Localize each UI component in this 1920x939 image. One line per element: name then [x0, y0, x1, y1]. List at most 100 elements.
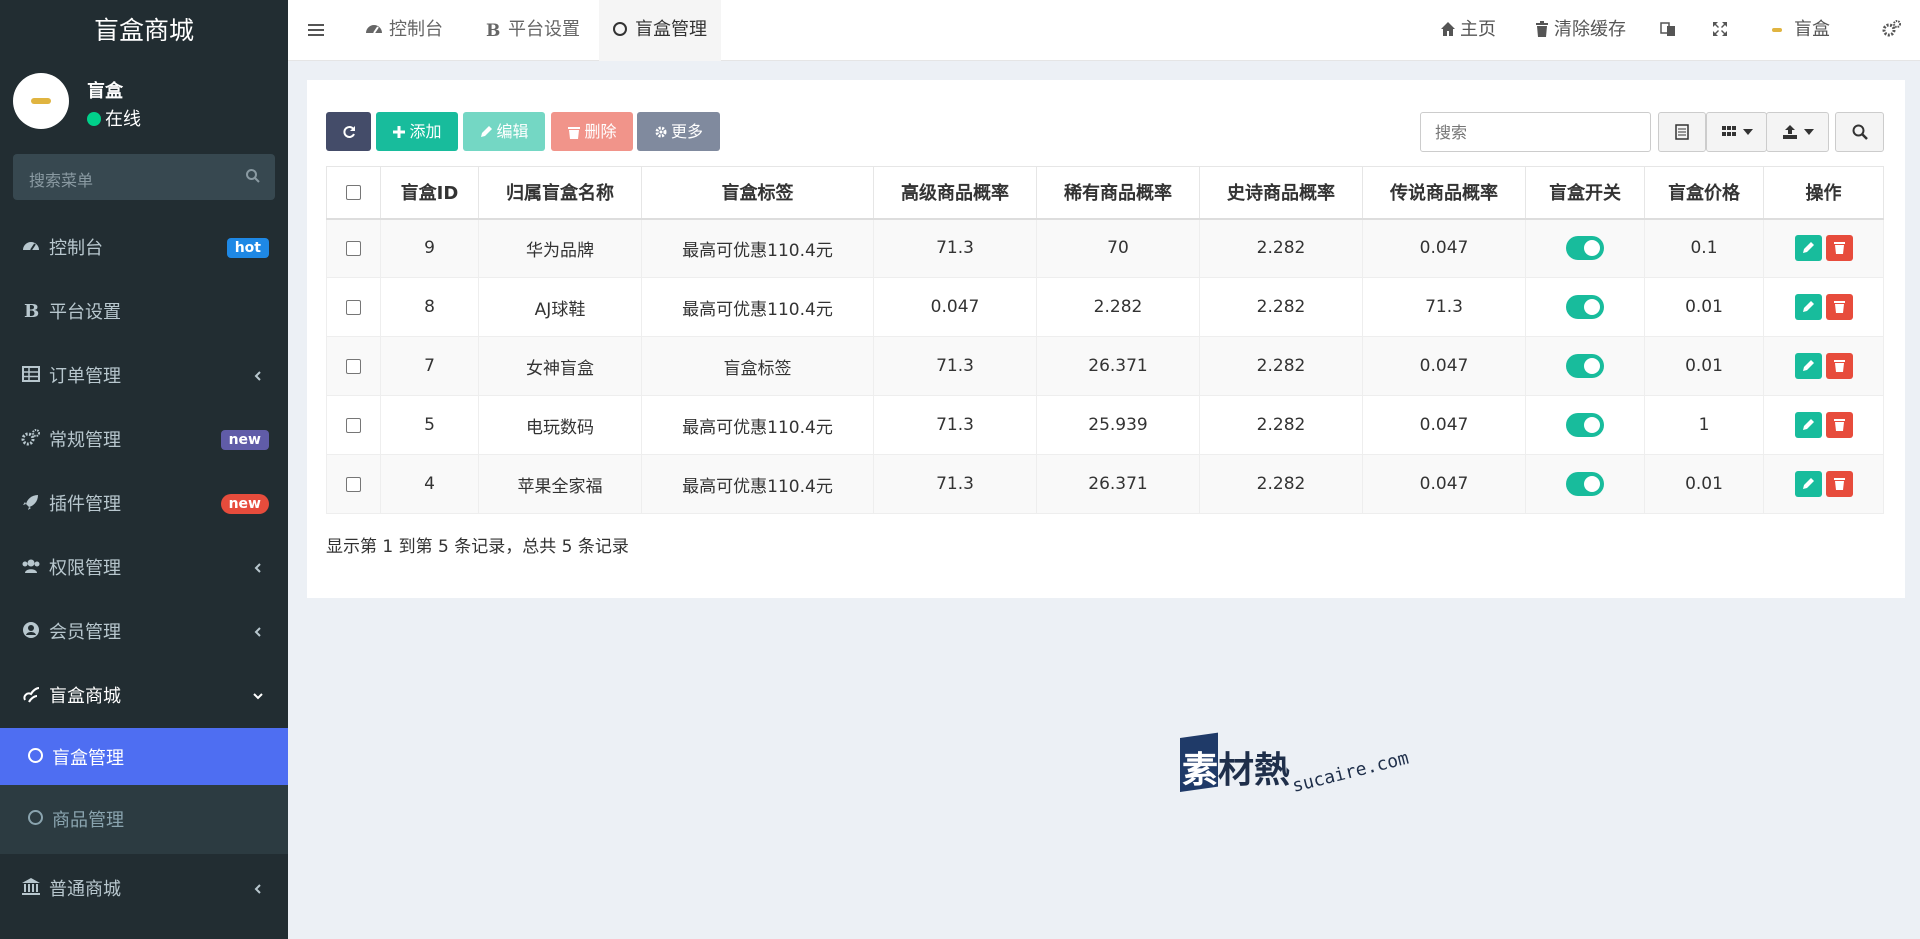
sidebar-subitem-goods-manage[interactable]: 商品管理 [0, 790, 288, 847]
user-circle-icon [23, 622, 39, 638]
delete-button[interactable]: 删除 [551, 112, 633, 151]
cell-price: 0.01 [1644, 454, 1764, 514]
switch-toggle[interactable] [1566, 295, 1604, 319]
row-delete-button[interactable] [1825, 353, 1853, 379]
row-delete-button[interactable] [1825, 412, 1853, 438]
table-search-field[interactable] [1420, 112, 1651, 152]
row-delete-button[interactable] [1825, 294, 1853, 320]
table-row[interactable]: 8 AJ球鞋 最高可优惠110.4元 0.047 2.282 2.282 71.… [326, 277, 1884, 337]
select-all-checkbox[interactable] [346, 185, 361, 201]
language-button[interactable] [1660, 0, 1680, 61]
watermark-url: sucaire.com [1290, 748, 1411, 797]
app-title[interactable]: 盲盒商城 [0, 0, 288, 61]
row-edit-button[interactable] [1794, 294, 1822, 320]
cell-advanced: 71.3 [873, 454, 1037, 514]
sidebar-item-permissions[interactable]: 权限管理 [0, 536, 288, 598]
sidebar-item-general[interactable]: 常规管理 new [0, 408, 288, 470]
column-header[interactable]: 盲盒标签 [641, 166, 874, 220]
sidebar-item-orders[interactable]: 订单管理 [0, 344, 288, 406]
column-header[interactable]: 稀有商品概率 [1036, 166, 1200, 220]
search-icon[interactable] [245, 168, 261, 184]
column-header[interactable]: 归属盲盒名称 [478, 166, 642, 220]
column-header[interactable]: 高级商品概率 [873, 166, 1037, 220]
column-header[interactable]: 盲盒ID [380, 166, 479, 220]
row-select-cell [326, 395, 381, 455]
row-select-cell [326, 336, 381, 396]
table-search-input[interactable] [1421, 113, 1650, 151]
menu-search-placeholder: 搜索菜单 [29, 171, 94, 190]
cell-tag: 盲盒标签 [641, 336, 874, 396]
row-edit-button[interactable] [1794, 471, 1822, 497]
row-delete-button[interactable] [1825, 471, 1853, 497]
column-header[interactable]: 盲盒开关 [1525, 166, 1645, 220]
select-all-cell [326, 166, 381, 220]
cell-price: 0.1 [1644, 218, 1764, 278]
cell-legend: 71.3 [1362, 277, 1526, 337]
home-icon [1441, 22, 1455, 36]
sidebar-item-normal-mall[interactable]: 普通商城 [0, 857, 288, 919]
tab-platform-settings[interactable]: B 平台设置 [472, 0, 592, 61]
circle-icon [28, 748, 43, 763]
row-checkbox[interactable] [346, 358, 361, 374]
tab-dashboard[interactable]: 控制台 [353, 0, 455, 61]
add-button[interactable]: 添加 [376, 112, 458, 151]
sidebar-item-members[interactable]: 会员管理 [0, 600, 288, 662]
user-panel: 盲盒 在线 [0, 61, 288, 139]
home-link[interactable]: 主页 [1440, 0, 1496, 61]
advanced-search-button[interactable] [1835, 112, 1884, 152]
table-row[interactable]: 4 苹果全家福 最高可优惠110.4元 71.3 26.371 2.282 0.… [326, 454, 1884, 514]
caret-down-icon [1804, 129, 1814, 135]
table-row[interactable]: 5 电玩数码 最高可优惠110.4元 71.3 25.939 2.282 0.0… [326, 395, 1884, 455]
cell-switch [1525, 218, 1645, 278]
menu-toggle-icon[interactable] [307, 21, 325, 39]
cell-epic: 2.282 [1199, 218, 1363, 278]
row-edit-button[interactable] [1794, 412, 1822, 438]
row-delete-button[interactable] [1825, 235, 1853, 262]
table-row[interactable]: 9 华为品牌 最高可优惠110.4元 71.3 70 2.282 0.047 0… [326, 218, 1884, 278]
sidebar-item-platform-settings[interactable]: B 平台设置 [0, 280, 288, 342]
row-edit-button[interactable] [1794, 235, 1822, 262]
hot-badge: hot [226, 238, 269, 258]
switch-toggle[interactable] [1566, 236, 1604, 261]
sidebar-subitem-blind-box-manage[interactable]: 盲盒管理 [0, 728, 288, 785]
edit-button[interactable]: 编辑 [463, 112, 545, 151]
columns-dropdown[interactable] [1706, 112, 1767, 152]
more-button[interactable]: 更多 [637, 112, 720, 151]
sidebar-item-blind-box-mall[interactable]: 盲盒商城 [0, 664, 288, 726]
cell-rare: 26.371 [1036, 336, 1200, 396]
toggle-view-button[interactable] [1658, 112, 1706, 152]
sidebar-item-label: 盲盒商城 [49, 686, 121, 707]
settings-button[interactable] [1882, 0, 1906, 61]
tab-label: 平台设置 [508, 19, 580, 40]
fullscreen-button[interactable] [1712, 0, 1732, 61]
switch-toggle[interactable] [1566, 354, 1604, 378]
circle-icon [613, 22, 627, 36]
row-checkbox[interactable] [346, 476, 361, 492]
column-header[interactable]: 史诗商品概率 [1199, 166, 1363, 220]
cell-id: 9 [380, 218, 479, 278]
edit-label: 编辑 [496, 122, 529, 141]
row-checkbox[interactable] [346, 417, 361, 433]
user-status-label: 在线 [105, 109, 141, 130]
column-header[interactable]: 传说商品概率 [1362, 166, 1526, 220]
column-header[interactable]: 盲盒价格 [1644, 166, 1764, 220]
cell-rare: 25.939 [1036, 395, 1200, 455]
sidebar-item-plugins[interactable]: 插件管理 new [0, 472, 288, 534]
dashboard-icon [366, 25, 382, 34]
cell-actions [1763, 277, 1884, 337]
switch-toggle[interactable] [1566, 472, 1604, 496]
switch-toggle[interactable] [1566, 413, 1604, 437]
row-checkbox[interactable] [346, 240, 361, 256]
row-checkbox[interactable] [346, 299, 361, 315]
user-status: 在线 [87, 105, 141, 131]
refresh-button[interactable] [326, 112, 371, 151]
cell-legend: 0.047 [1362, 454, 1526, 514]
table-row[interactable]: 7 女神盲盒 盲盒标签 71.3 26.371 2.282 0.047 0.01 [326, 336, 1884, 396]
menu-search-input[interactable]: 搜索菜单 [13, 154, 275, 200]
user-menu[interactable]: 盲盒 [1772, 0, 1830, 61]
row-edit-button[interactable] [1794, 353, 1822, 379]
export-dropdown[interactable] [1766, 112, 1829, 152]
sidebar-item-dashboard[interactable]: 控制台 hot [0, 216, 288, 278]
clear-cache-button[interactable]: 清除缓存 [1534, 0, 1626, 61]
tab-blind-box-manage[interactable]: 盲盒管理 [599, 0, 721, 61]
